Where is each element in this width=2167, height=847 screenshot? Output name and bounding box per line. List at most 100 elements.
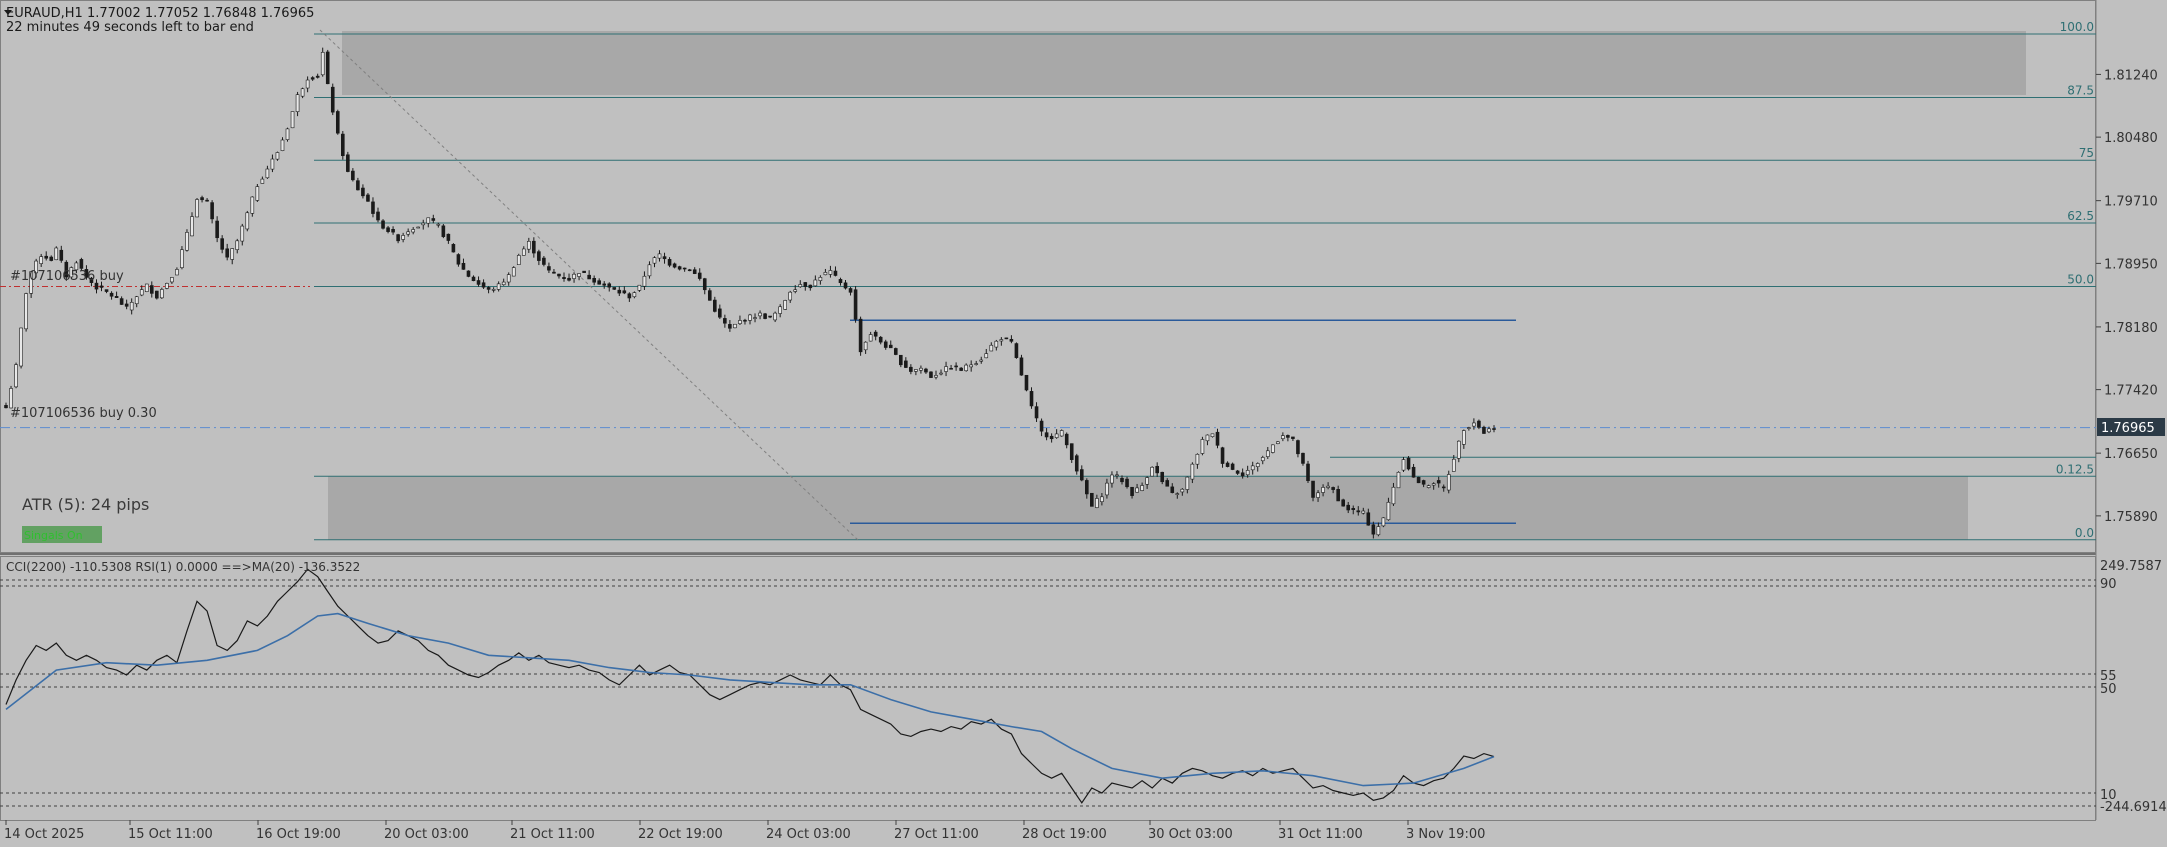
candle — [59, 249, 64, 261]
candle — [506, 274, 511, 283]
candle — [1170, 486, 1175, 493]
fib-label: 75 — [2079, 146, 2094, 160]
candle — [1085, 480, 1089, 495]
candle — [773, 312, 777, 321]
candle — [180, 249, 184, 268]
candle — [205, 199, 209, 202]
candle — [129, 302, 134, 311]
candle — [1105, 482, 1109, 496]
candle — [330, 86, 335, 113]
candle — [1446, 474, 1451, 491]
candle — [1115, 474, 1119, 477]
candle — [562, 277, 566, 279]
price-tick-label: 1.80480 — [2104, 131, 2158, 146]
candle — [1120, 477, 1124, 483]
candle — [1401, 459, 1406, 471]
candle — [954, 365, 958, 368]
candle — [79, 259, 84, 269]
candle — [285, 128, 290, 140]
candle — [280, 139, 285, 151]
candle — [351, 170, 355, 181]
candle — [24, 293, 28, 330]
candle — [1341, 499, 1345, 507]
candle — [426, 217, 431, 224]
candle — [1205, 434, 1210, 442]
candle — [1306, 463, 1310, 481]
candle — [1281, 435, 1285, 439]
price-tick-label: 1.77420 — [2104, 384, 2158, 399]
candle — [969, 364, 973, 368]
candle — [1079, 469, 1084, 481]
candle — [386, 227, 390, 232]
candle — [1331, 487, 1335, 490]
candle — [1064, 433, 1069, 446]
candle — [979, 359, 984, 362]
candle — [134, 296, 139, 305]
candle — [481, 282, 486, 288]
candle — [878, 336, 883, 343]
candle — [1482, 426, 1486, 434]
candle — [783, 300, 787, 310]
time-tick-label: 30 Oct 03:00 — [1148, 827, 1233, 842]
candle — [361, 187, 365, 197]
candle — [692, 269, 697, 274]
ind-axis-90: 90 — [2100, 577, 2117, 592]
price-tick-label: 1.81240 — [2104, 68, 2158, 83]
time-tick-label: 24 Oct 03:00 — [766, 827, 851, 842]
candle — [1396, 471, 1401, 489]
candle — [220, 238, 224, 250]
candle — [300, 88, 305, 97]
candle — [501, 281, 506, 286]
symbol-info: EURAUD,H1 1.77002 1.77052 1.76848 1.7696… — [6, 6, 314, 21]
candle — [1100, 496, 1104, 502]
candle — [149, 285, 154, 294]
candle — [381, 220, 385, 229]
candle — [195, 199, 199, 218]
candle — [461, 262, 466, 270]
candle — [808, 284, 813, 289]
candle — [818, 277, 823, 281]
candle — [471, 276, 476, 282]
candle — [1220, 447, 1225, 464]
candle — [537, 251, 541, 261]
fib-label: 0.0 — [2075, 526, 2094, 540]
candle — [944, 366, 948, 372]
candle — [1200, 439, 1205, 454]
candle — [335, 111, 340, 134]
candle — [914, 369, 918, 372]
candle — [893, 348, 898, 355]
candle — [909, 366, 913, 372]
candle — [1286, 435, 1290, 438]
candle — [823, 272, 828, 276]
candle — [1034, 406, 1039, 419]
candle — [325, 51, 330, 85]
candle — [230, 248, 235, 260]
candle — [527, 241, 531, 250]
candle — [240, 225, 245, 242]
candle — [406, 231, 410, 235]
candle — [49, 256, 54, 261]
candle — [1351, 508, 1356, 510]
candle — [1024, 374, 1029, 391]
candle — [250, 196, 255, 214]
candle — [1366, 512, 1371, 526]
candle — [1326, 485, 1330, 488]
candle — [813, 279, 818, 287]
candle — [592, 278, 596, 283]
price-tick-label: 1.76650 — [2104, 447, 2158, 462]
chart-window[interactable]: 100.0 87.5 75 62.5 50.0 0.12.5 0.0 1.81240 1.80… — [0, 0, 2167, 847]
candle — [582, 270, 586, 273]
candle — [733, 323, 737, 329]
candle — [1411, 466, 1416, 478]
candle — [144, 283, 149, 292]
candle — [763, 313, 767, 319]
time-tick-label: 20 Oct 03:00 — [384, 827, 469, 842]
candle — [803, 282, 808, 287]
candle — [919, 367, 923, 371]
candle — [1260, 457, 1265, 462]
candle — [165, 283, 169, 289]
time-tick-label: 21 Oct 11:00 — [510, 827, 595, 842]
candle — [1110, 474, 1114, 484]
candle — [1356, 510, 1361, 513]
candle — [1195, 453, 1200, 465]
